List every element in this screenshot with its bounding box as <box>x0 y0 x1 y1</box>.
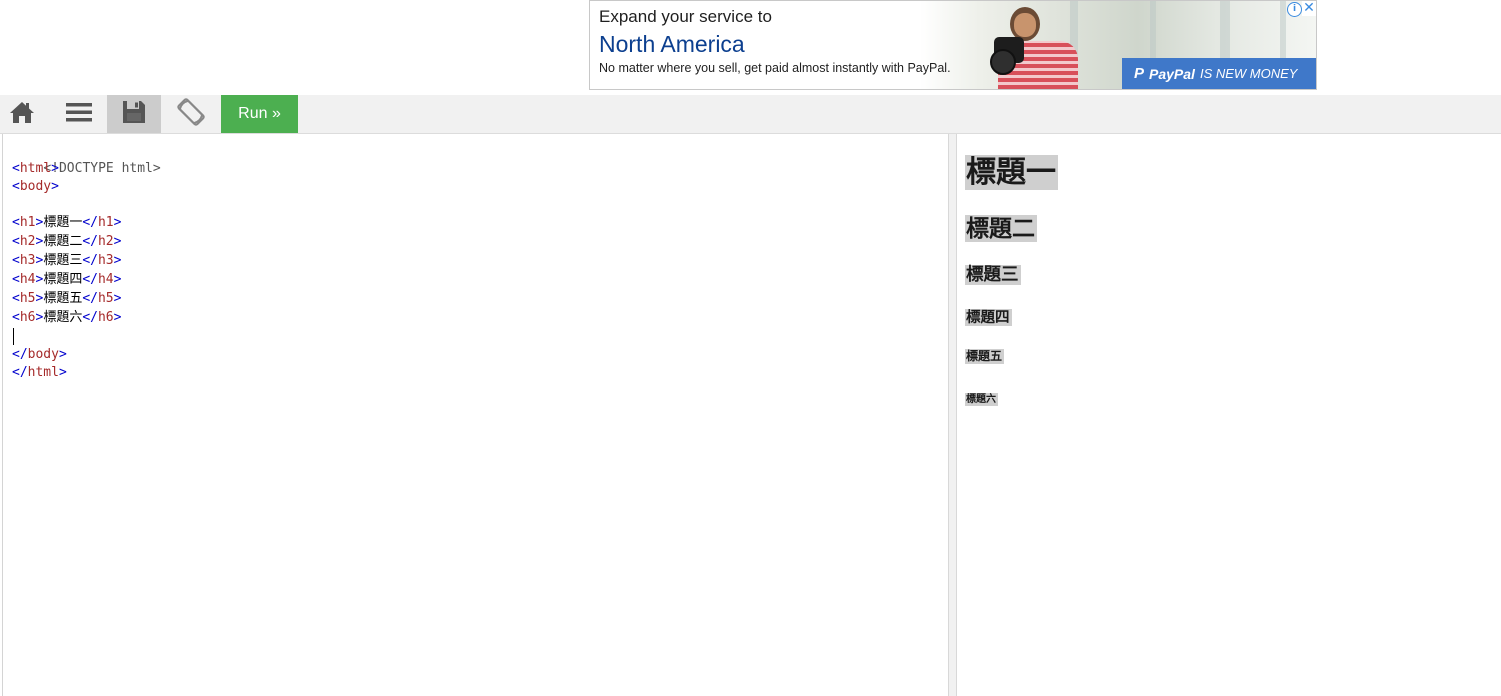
code-line: <h6>標題六</h6> <box>12 310 122 325</box>
code-line: <h5>標題五</h5> <box>12 291 122 306</box>
home-button[interactable] <box>0 95 44 133</box>
ad-headline: Expand your service to <box>599 7 772 26</box>
text-cursor <box>13 328 14 345</box>
save-button[interactable] <box>107 95 161 133</box>
rotate-icon <box>176 97 206 131</box>
paypal-tagline: IS NEW MONEY <box>1199 66 1298 81</box>
result-heading-2: 標題二 <box>965 215 1037 242</box>
paypal-brand-name: PayPal <box>1149 65 1195 82</box>
result-heading-3: 標題三 <box>965 265 1021 285</box>
result-heading-5: 標題五 <box>965 349 1005 364</box>
result-heading-4: 標題四 <box>965 309 1012 326</box>
code-line: </body> <box>12 347 67 362</box>
save-icon <box>122 100 146 128</box>
code-line: <h4>標題四</h4> <box>12 272 122 287</box>
code-line: <h2>標題二</h2> <box>12 234 122 249</box>
menu-icon <box>66 101 92 127</box>
ad-banner[interactable]: Expand your service to North America No … <box>589 0 1317 90</box>
run-button[interactable]: Run » <box>221 95 298 133</box>
pane-resize-handle[interactable] <box>948 134 957 696</box>
result-preview: 標題一 標題二 標題三 標題四 標題五 標題六 <box>957 134 1501 696</box>
result-heading-1: 標題一 <box>965 155 1058 190</box>
home-icon <box>9 100 35 128</box>
code-line: <h3>標題三</h3> <box>12 253 122 268</box>
result-heading-6: 標題六 <box>965 393 998 406</box>
rotate-layout-button[interactable] <box>164 95 218 133</box>
code-line: <h1>標題一</h1> <box>12 215 122 230</box>
code-line: </html> <box>12 365 67 380</box>
paypal-logo-bar[interactable]: P PayPal IS NEW MONEY <box>1122 58 1316 89</box>
paypal-mark-icon: P <box>1134 65 1145 82</box>
code-line: <html> <box>12 161 59 176</box>
ad-body-text: No matter where you sell, get paid almos… <box>599 61 951 75</box>
ad-photographer-image <box>990 1 1080 89</box>
ad-close-icon[interactable]: ✕ <box>1302 1 1316 16</box>
ad-info-icon[interactable]: i <box>1287 2 1302 17</box>
doctype-text: <!DOCTYPE html> <box>43 161 161 176</box>
code-line: <body> <box>12 179 59 194</box>
menu-button[interactable] <box>52 95 106 133</box>
ad-region: North America <box>599 31 745 57</box>
code-editor[interactable]: <!DOCTYPE html> <html> <body> <h1>標題一</h… <box>2 134 948 696</box>
toolbar: Run » <box>0 95 1501 134</box>
